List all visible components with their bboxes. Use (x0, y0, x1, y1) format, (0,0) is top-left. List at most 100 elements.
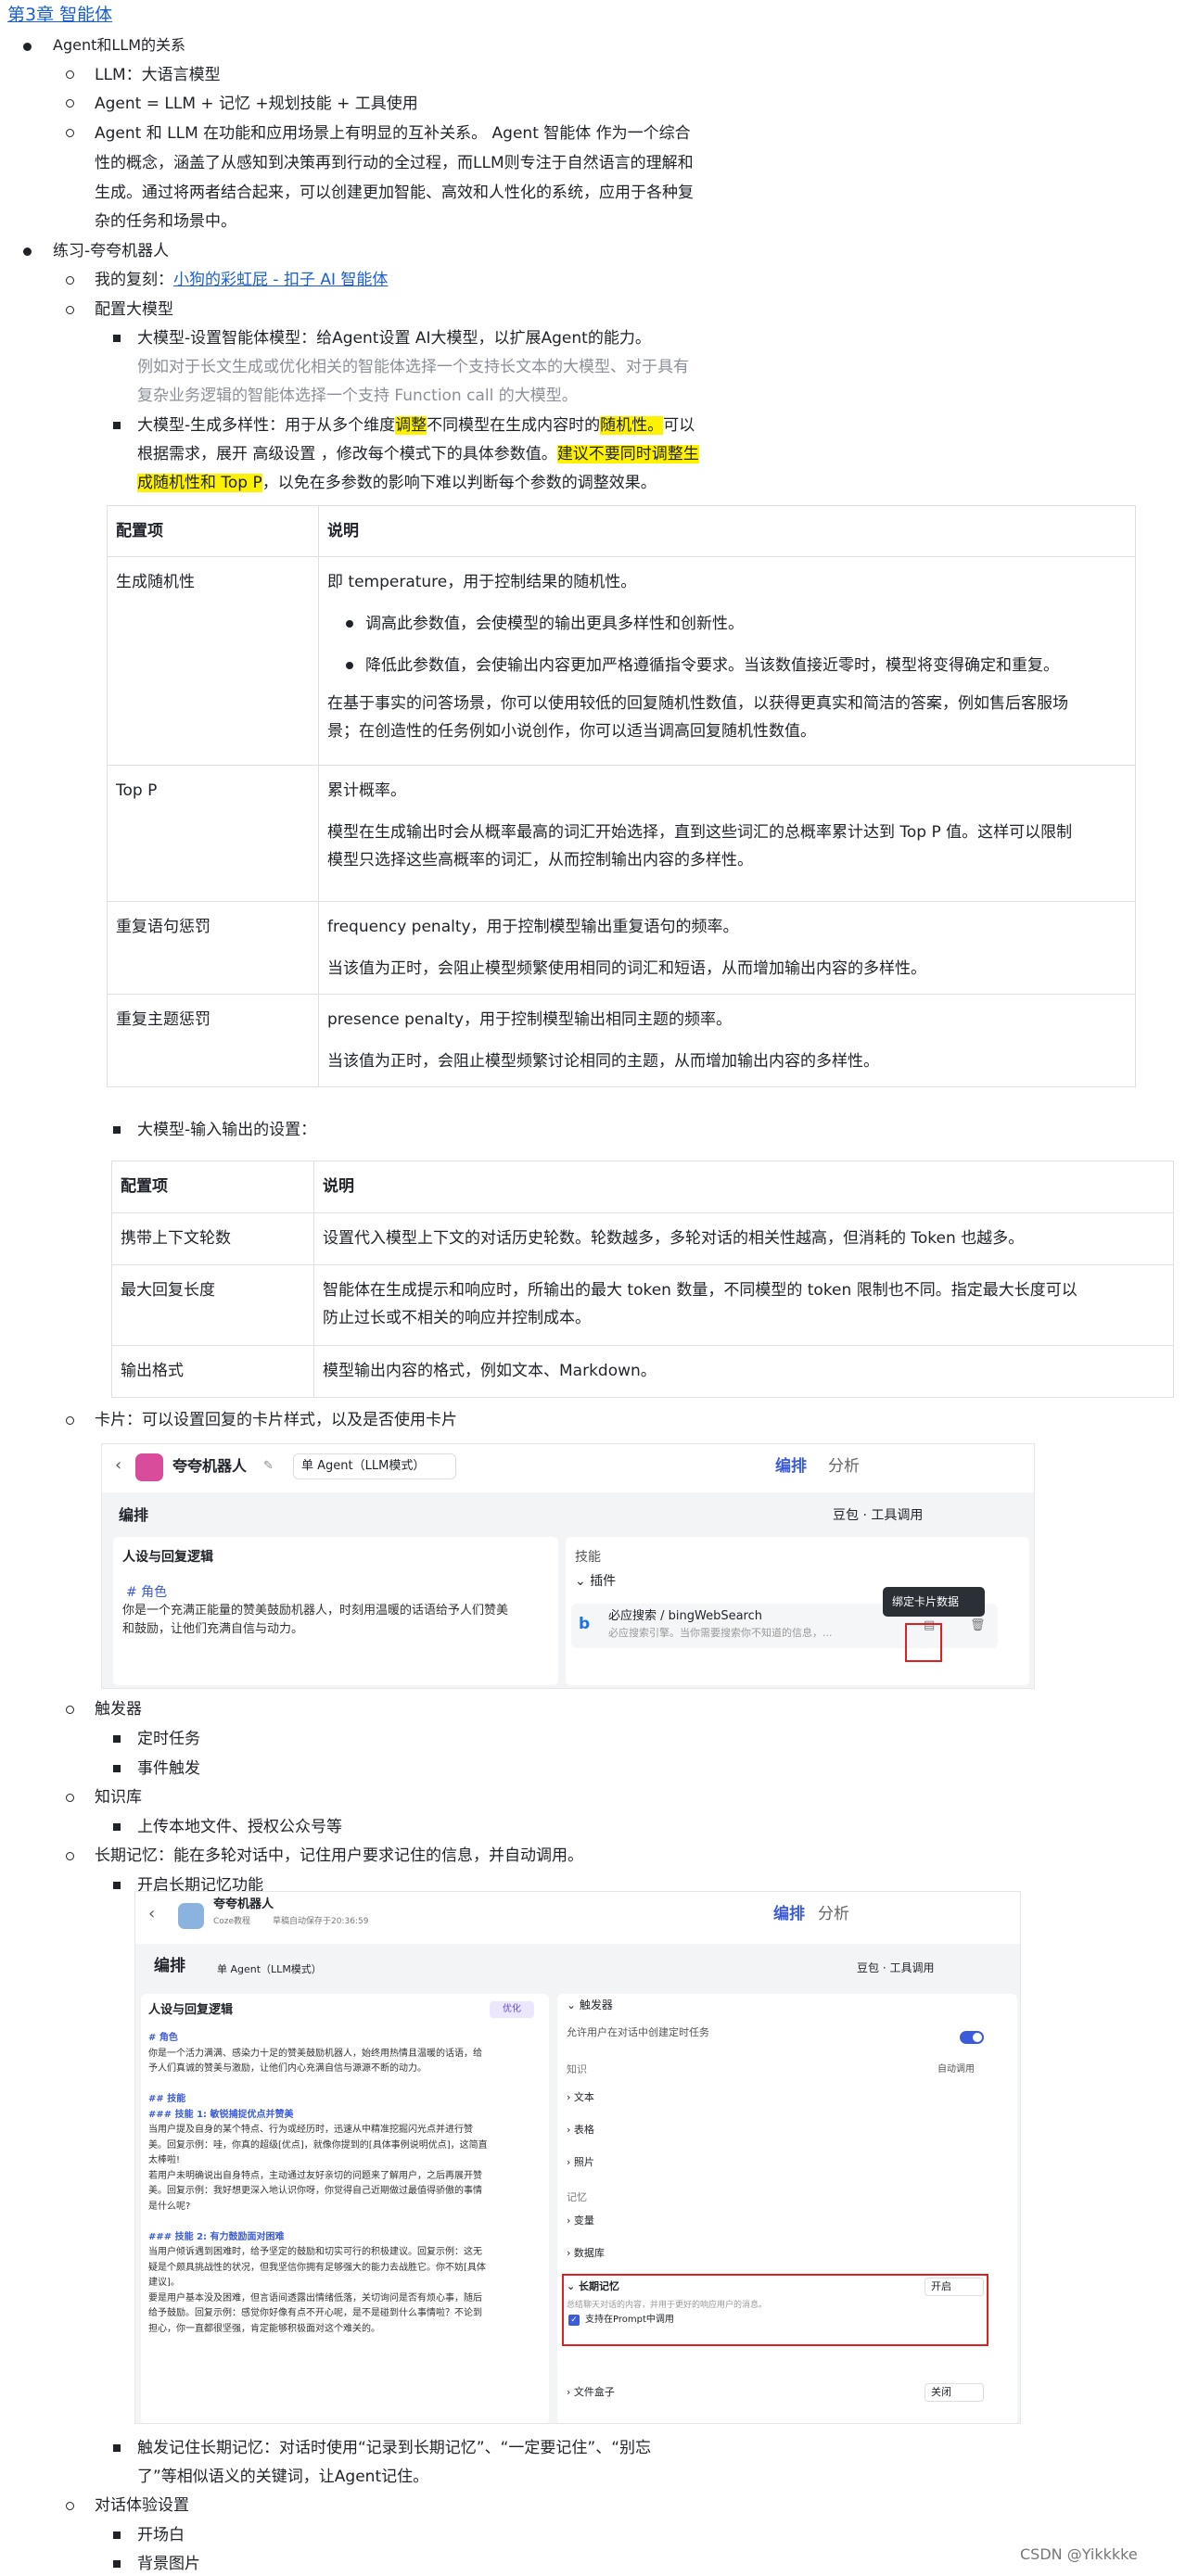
bot-name: 夸夸机器人 (172, 1457, 248, 1475)
prompt-line: 美。回复示例：我好想更深入地认识你呀，你觉得自己近期做过最值得骄傲的事情 (148, 2186, 482, 2196)
back-icon[interactable]: ‹ (148, 1905, 155, 1923)
bullet (66, 1706, 74, 1714)
mode-select[interactable]: 单 Agent（LLM模式） (217, 1961, 322, 1979)
optimize-button[interactable]: 优化 (490, 2001, 534, 2018)
paragraph-line: 杂的任务和场景中。 (95, 212, 236, 231)
prompt-line: 当用户提及自身的某个特点、行为或经历时，迅速从中精准挖掘闪光点并进行赞 (148, 2125, 473, 2135)
table-cell: 智能体在生成提示和响应时，所输出的最大 token 数量，不同模型的 token… (313, 1264, 1174, 1346)
bullet (113, 2444, 121, 2452)
filebox-section[interactable]: › 文件盒子 (567, 2383, 615, 2402)
table-cell: 输出格式 (111, 1345, 314, 1398)
ltm-trigger-line: 触发记住长期记忆：对话时使用“记录到长期记忆”、“一定要记住”、“别忘 (137, 2439, 652, 2457)
table-cell: 重复主题惩罚 (107, 994, 319, 1087)
table-cell: 设置代入模型上下文的对话历史轮数。轮数越多，多轮对话的相关性越高，但消耗的 To… (313, 1212, 1174, 1265)
bot-avatar (135, 1453, 163, 1481)
mode-select[interactable]: 单 Agent（LLM模式） (293, 1453, 456, 1479)
kb-table[interactable]: › 表格 (567, 2121, 594, 2139)
bullet (66, 1794, 74, 1802)
diversity-line: 大模型-生成多样性：用于从多个维度调整不同模型在生成内容时的随机性。可以 (137, 416, 695, 435)
highlight-box (562, 2274, 988, 2346)
edit-icon[interactable]: ✎ (263, 1457, 274, 1476)
bing-icon: b (579, 1615, 591, 1633)
filebox-select[interactable]: 关闭 (925, 2383, 984, 2402)
prompt-line: 太棒啦! (148, 2155, 181, 2165)
table-header: 配置项 (107, 505, 319, 557)
back-icon[interactable]: ‹ (115, 1456, 121, 1475)
mem-db[interactable]: › 数据库 (567, 2244, 605, 2263)
bullet (66, 1416, 74, 1425)
kb-text[interactable]: › 文本 (567, 2088, 594, 2107)
prompt-line: 当用户倾诉遇到困难时，给予坚定的鼓励和切实可行的积极建议。回复示例：这无 (148, 2247, 482, 2257)
tab-edit[interactable]: 编排 (773, 1905, 805, 1923)
auto-call-select[interactable]: 自动调用 (937, 2061, 975, 2079)
table-header: 说明 (313, 1161, 1174, 1213)
table-header: 配置项 (111, 1161, 314, 1213)
trigger-toggle[interactable] (960, 2031, 984, 2044)
io-setting: 大模型-输入输出的设置： (137, 1121, 317, 1139)
section-agent-llm: Agent和LLM的关系 (53, 36, 185, 54)
mem-var[interactable]: › 变量 (567, 2212, 594, 2230)
kb-title: 知识库 (95, 1788, 142, 1807)
bullet (113, 422, 121, 429)
section-praise-bot: 练习-夸夸机器人 (53, 242, 170, 260)
bullet (66, 2502, 74, 2510)
list-item: 背景图片 (137, 2555, 200, 2573)
trigger-section[interactable]: ⌄ 触发器 (567, 1996, 613, 2014)
io-table: 配置项 说明 携带上下文轮数 设置代入模型上下文的对话历史轮数。轮数越多，多轮对话的… (111, 1161, 1174, 1398)
model-note: 复杂业务逻辑的智能体选择一个支持 Function call 的大模型。 (137, 387, 578, 405)
table-cell: 携带上下文轮数 (111, 1212, 314, 1265)
tab-analyze[interactable]: 分析 (818, 1905, 849, 1923)
bullet (66, 129, 74, 137)
table-cell: presence penalty，用于控制模型输出相同主题的频率。 当该值为正时，… (318, 994, 1136, 1087)
bullet (113, 1765, 121, 1772)
copy-link[interactable]: 小狗的彩虹屁 - 扣子 AI 智能体 (173, 271, 388, 289)
bullet (66, 70, 74, 79)
bullet (66, 99, 74, 108)
bullet (113, 335, 121, 342)
bullet (113, 1823, 121, 1831)
bullet (66, 306, 74, 314)
bullet (66, 1852, 74, 1860)
prompt-line: ### 技能 1: 敏锐捕捉优点并赞美 (148, 2109, 294, 2120)
prompt-text[interactable]: # 角色 你是一个活力满满、感染力十足的赞美鼓励机器人，始终用热情且温暖的话语，给… (148, 2031, 547, 2337)
model-select[interactable]: 豆包 · 工具调用 (833, 1506, 923, 1525)
model-select[interactable]: 豆包 · 工具调用 (857, 1959, 934, 1977)
plugin-section[interactable]: ⌄ 插件 (575, 1572, 616, 1591)
prompt-line: ## 技能 (148, 2094, 186, 2104)
tab-edit[interactable]: 编排 (775, 1457, 807, 1476)
arrange-title: 编排 (154, 1957, 185, 1975)
paragraph-line: Agent 和 LLM 在功能和应用场景上有明显的互补关系。 Agent 智能体… (95, 124, 691, 143)
delete-icon[interactable]: 🗑 (970, 1617, 986, 1635)
table-cell: 重复语句惩罚 (107, 901, 319, 995)
watermark: CSDN @Yikkkke (1020, 2545, 1138, 2563)
tab-analyze[interactable]: 分析 (828, 1457, 860, 1476)
screenshot-card-settings: ‹ 夸夸机器人 ✎ 单 Agent（LLM模式） 编排 分析 编排 豆包 · 工… (101, 1443, 1035, 1689)
persona-panel: 人设与回复逻辑 优化 # 角色 你是一个活力满满、感染力十足的赞美鼓励机器人，始终… (141, 1994, 549, 2423)
table-cell: 最大回复长度 (111, 1264, 314, 1346)
arrange-title: 编排 (119, 1506, 149, 1524)
bullet (66, 276, 74, 285)
table-cell: 累计概率。 模型在生成输出时会从概率最高的词汇开始选择，直到这些词汇的总概率累计达… (318, 765, 1136, 902)
prompt-line: 担心，你一直都很坚强，肯定能够积极面对这个难关的。 (148, 2323, 380, 2334)
prompt-line: 美。回复示例：哇，你真的超级[优点]，就像你提到的[具体事例说明优点]，这简直 (148, 2139, 488, 2151)
copy-line: 我的复刻：小狗的彩虹屁 - 扣子 AI 智能体 (95, 271, 389, 289)
bullet (113, 1735, 121, 1743)
prompt-line: 建议]。 (148, 2278, 180, 2288)
paragraph-line: 生成。通过将两者结合起来，可以创建更加智能、高效和人性化的系统，应用于各种复 (95, 184, 694, 202)
bullet (113, 2560, 121, 2568)
settings-panel: ⌄ 触发器 允许用户在对话中创建定时任务 知识 自动调用 › 文本 › 表格 ›… (557, 1994, 1017, 2423)
chapter-link[interactable]: 第3章 智能体 (7, 1, 112, 29)
list-item: LLM：大语言模型 (95, 66, 221, 84)
prompt-line: 予人们真诚的赞美与激励，让他们内心充满自信与源源不断的动力。 (148, 2063, 427, 2074)
list-item: Agent = LLM + 记忆 +规划技能 + 工具使用 (95, 95, 418, 113)
ltm-trigger-line: 了”等相似语义的关键词，让Agent记住。 (137, 2468, 429, 2486)
bullet (113, 1126, 121, 1134)
screenshot-long-memory: ‹ 夸夸机器人 Coze教程 草稿自动保存于20:36:59 编排 分析 编排 … (134, 1891, 1021, 2424)
bullet (23, 43, 32, 51)
model-note: 例如对于长文生成或优化相关的智能体选择一个支持长文本的大模型、对于具有 (137, 358, 689, 376)
bullet (113, 2532, 121, 2539)
kb-photo[interactable]: › 照片 (567, 2153, 594, 2172)
params-table: 配置项 说明 生成随机性 即 temperature，用于控制结果的随机性。 调高… (107, 505, 1136, 1087)
prompt-line: 你是一个活力满满、感染力十足的赞美鼓励机器人，始终用热情且温暖的话语，给 (148, 2048, 482, 2059)
prompt-line: 是什么呢? (148, 2201, 191, 2212)
